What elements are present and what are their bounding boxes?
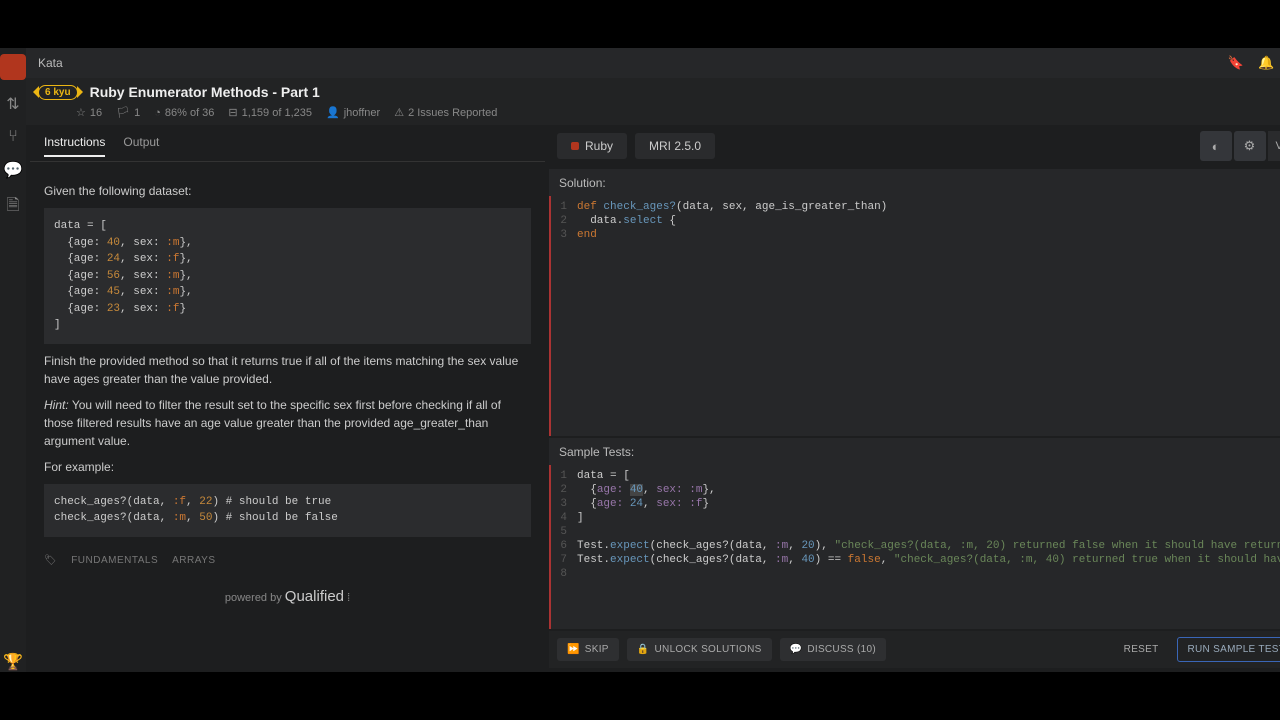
doc-icon[interactable]: 🗎 bbox=[7, 194, 20, 221]
completed: ⊟ 1,159 of 1,235 bbox=[228, 106, 312, 119]
hint-text: Hint: You will need to filter the result… bbox=[44, 396, 531, 450]
instructions-body: Given the following dataset: data = [ {a… bbox=[30, 162, 545, 620]
unlock-button[interactable]: 🔒 UNLOCK SOLUTIONS bbox=[627, 638, 772, 661]
powered-by: powered by Qualified ⁞ bbox=[44, 586, 531, 609]
task-text: Finish the provided method so that it re… bbox=[44, 352, 531, 388]
tag-icon: 🏷 bbox=[44, 553, 57, 568]
left-rail: ⇅ ⑂ 💬 🗎 🏆 bbox=[0, 48, 26, 672]
tests-header: Sample Tests: ⛶ ? bbox=[549, 438, 1280, 465]
solution-header: Solution: ⛶ bbox=[549, 169, 1280, 196]
trophy-icon[interactable]: 🏆 bbox=[3, 652, 23, 672]
bookmark-icon[interactable]: 🔖 bbox=[1228, 55, 1244, 71]
kata-header: 6 kyu Ruby Enumerator Methods - Part 1 bbox=[26, 78, 1280, 106]
dataset-code: data = [ {age: 40, sex: :m}, {age: 24, s… bbox=[44, 208, 531, 344]
solution-editor[interactable]: 123 def check_ages?(data, sex, age_is_gr… bbox=[549, 196, 1280, 436]
bookmark-count: 🏳 1 bbox=[116, 106, 140, 119]
kata-title: Ruby Enumerator Methods - Part 1 bbox=[90, 84, 320, 100]
compare-icon[interactable]: ⇅ bbox=[6, 94, 19, 114]
tag-arrays[interactable]: ARRAYS bbox=[172, 553, 215, 568]
left-pane: Instructions Output Given the following … bbox=[30, 125, 545, 668]
tag-fundamentals[interactable]: FUNDAMENTALS bbox=[71, 553, 158, 568]
example-label: For example: bbox=[44, 458, 531, 476]
star-count: ☆ 16 bbox=[76, 106, 102, 119]
reset-button[interactable]: RESET bbox=[1114, 638, 1169, 661]
run-tests-button[interactable]: RUN SAMPLE TESTS bbox=[1177, 637, 1280, 662]
tab-output[interactable]: Output bbox=[123, 129, 159, 157]
topbar: Kata 🔖 🔔 7 kyu 64 bbox=[26, 48, 1280, 78]
settings-icon[interactable]: ⚙ bbox=[1234, 131, 1266, 161]
tests-editor[interactable]: 12345678 data = [ {age: 40, sex: :m}, {a… bbox=[549, 465, 1280, 629]
bell-icon[interactable]: 🔔 bbox=[1258, 55, 1274, 71]
right-pane: Ruby MRI 2.5.0 ◐ ⚙ VIM EMACS ⛶ Solution:… bbox=[549, 125, 1280, 668]
kyu-badge: 6 kyu bbox=[38, 85, 78, 100]
breadcrumb[interactable]: Kata bbox=[38, 56, 63, 70]
chat-icon[interactable]: 💬 bbox=[3, 160, 23, 180]
vim-mode[interactable]: VIM bbox=[1268, 131, 1280, 161]
language-select[interactable]: Ruby bbox=[557, 133, 627, 159]
issues[interactable]: ⚠ 2 Issues Reported bbox=[394, 106, 497, 119]
intro-text: Given the following dataset: bbox=[44, 182, 531, 200]
editor-toolbar: Ruby MRI 2.5.0 ◐ ⚙ VIM EMACS ⛶ bbox=[549, 125, 1280, 167]
author[interactable]: 👤 jhoffner bbox=[326, 106, 380, 119]
tab-instructions[interactable]: Instructions bbox=[44, 129, 105, 157]
fork-icon[interactable]: ⑂ bbox=[8, 128, 18, 146]
satisfaction: ◔ 86% of 36 bbox=[154, 106, 214, 119]
skip-button[interactable]: ⏩ SKIP bbox=[557, 638, 619, 661]
theme-toggle[interactable]: ◐ bbox=[1200, 131, 1232, 161]
action-bar: ⏩ SKIP 🔒 UNLOCK SOLUTIONS 💬 DISCUSS (10)… bbox=[549, 631, 1280, 668]
kata-stats: ☆ 16 🏳 1 ◔ 86% of 36 ⊟ 1,159 of 1,235 👤 … bbox=[26, 106, 1280, 125]
version-select[interactable]: MRI 2.5.0 bbox=[635, 133, 715, 159]
discuss-button[interactable]: 💬 DISCUSS (10) bbox=[780, 638, 886, 661]
tags: 🏷 FUNDAMENTALS ARRAYS bbox=[44, 553, 531, 568]
logo-icon[interactable] bbox=[0, 54, 26, 80]
example-code: check_ages?(data, :f, 22) # should be tr… bbox=[44, 484, 531, 537]
